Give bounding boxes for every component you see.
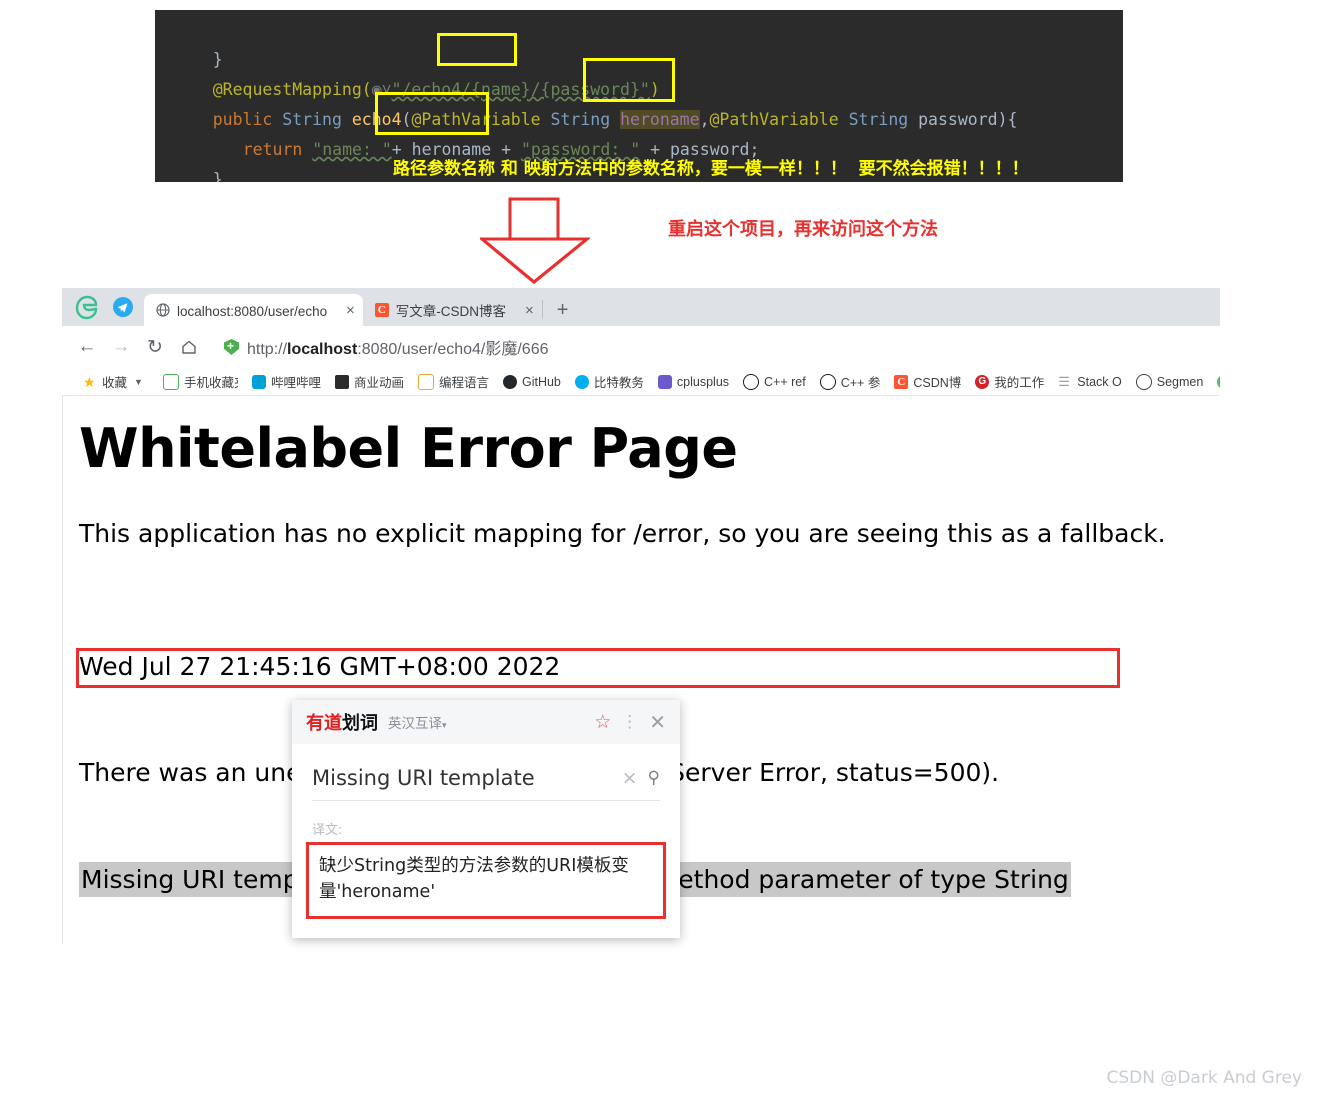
bookmark-label: 手机收藏夹 <box>183 376 238 390</box>
bookmark-label: Segmen <box>1156 374 1204 389</box>
bookmark-label: CSDN博 <box>913 376 962 390</box>
clear-icon[interactable]: × <box>612 767 648 789</box>
tab-strip: localhost:8080/user/echo4/影 × C 写文章-CSDN… <box>62 288 1220 326</box>
bookmark-label: 商业动画 <box>353 376 404 390</box>
bookmark-segmentfault[interactable]: Segmen <box>1129 373 1211 390</box>
url-text: http://localhost:8080/user/echo4/影魔/666 <box>247 335 549 359</box>
youdao-logo-black: 划词 <box>342 713 378 734</box>
globe-icon <box>156 303 170 317</box>
bookmark-mywork[interactable]: G 我的工作 <box>968 372 1051 391</box>
book-icon <box>417 373 434 390</box>
bookmark-skype[interactable]: 比特教务 <box>568 372 651 391</box>
watermark: CSDN @Dark And Grey <box>1106 1068 1302 1088</box>
segmentfault-icon <box>1135 373 1152 390</box>
youdao-mode-label: 英汉互译 <box>388 716 442 732</box>
bookmark-label: 我的工作 <box>994 376 1045 390</box>
youdao-logo: 有道划词 <box>306 709 378 735</box>
browser-brand-icons <box>62 294 144 326</box>
cppref-icon <box>819 373 836 390</box>
url-host: localhost <box>287 341 358 358</box>
bookmark-phone[interactable]: 手机收藏夹 <box>156 372 245 391</box>
chevron-down-icon: ▾ <box>442 721 447 731</box>
tab-close-button[interactable]: × <box>346 302 355 319</box>
bookmark-markdown[interactable]: Mark <box>1210 374 1220 389</box>
bookmark-github[interactable]: GitHub <box>496 374 568 389</box>
url-scheme: http:// <box>247 341 288 358</box>
star-icon: ★ <box>83 373 96 390</box>
phone-icon <box>162 373 179 390</box>
bookmark-csdn[interactable]: C CSDN博 <box>887 372 968 391</box>
page-title: Whitelabel Error Page <box>79 417 738 480</box>
pin-icon[interactable]: ☆ <box>594 711 611 733</box>
bookmark-label: C++ 参 <box>840 376 881 390</box>
tab-title: 写文章-CSDN博客 <box>395 304 507 319</box>
address-bar[interactable]: http://localhost:8080/user/echo4/影魔/666 <box>214 332 1212 362</box>
bookmark-label: 编程语言 <box>438 376 489 390</box>
highlight-box-name-param <box>437 33 517 66</box>
code-chinese-note: 路径参数名称 和 映射方法中的参数名称，要一模一样！！！ 要不然会报错！！！！ <box>393 159 1029 179</box>
browser-toolbar: ← → ↻ http://localhost:8080/user/echo4/影… <box>62 326 1220 368</box>
youdao-translate-popup: 有道划词 英汉互译▾ ☆ ⋮ ✕ Missing URI template × … <box>292 700 680 938</box>
shield-plus-icon <box>224 339 239 355</box>
bookmark-label: C++ ref <box>764 374 806 389</box>
tab-title: localhost:8080/user/echo4/影 <box>177 304 327 319</box>
browser-tab-active[interactable]: localhost:8080/user/echo4/影 × <box>144 294 363 326</box>
highlight-box-error-message <box>76 648 1120 688</box>
csdn-icon: C <box>374 303 389 317</box>
bookmark-video[interactable]: 商业动画 <box>328 372 411 391</box>
restart-project-note: 重启这个项目，再来访问这个方法 <box>668 219 938 240</box>
bookmark-cppref-2[interactable]: C++ 参 <box>813 372 888 391</box>
skype-icon <box>574 374 589 389</box>
red-down-arrow-icon <box>480 197 590 284</box>
youdao-logo-red: 有道 <box>306 713 342 734</box>
cppref-icon <box>743 373 760 390</box>
browser-tab-inactive[interactable]: C 写文章-CSDN博客 × <box>362 294 542 326</box>
youdao-translation-text: 缺少String类型的方法参数的URI模板变量'heroname' <box>306 842 666 919</box>
highlight-box-heroname-signature <box>583 58 675 102</box>
home-icon <box>182 340 196 354</box>
code-line-close: } <box>212 170 223 182</box>
github-icon <box>502 374 517 389</box>
bookmarks-bar: ★ 收藏 ▼ 手机收藏夹 哔哩哔哩 商业动画 编程语言 GitHub 比特教务 <box>62 368 1220 396</box>
chevron-down-icon[interactable]: ▼ <box>132 377 149 387</box>
g-icon: G <box>975 374 990 389</box>
bookmark-favorites[interactable]: ★ 收藏 ▼ <box>76 372 156 391</box>
bookmark-label: cplusplus <box>676 374 730 389</box>
bookmark-programming[interactable]: 编程语言 <box>411 372 496 391</box>
url-path: :8080/user/echo4/影魔/666 <box>357 341 549 358</box>
markdown-icon <box>1217 374 1220 389</box>
bookmark-label: GitHub <box>521 374 561 389</box>
youdao-mode-selector[interactable]: 英汉互译▾ <box>388 712 447 732</box>
video-icon <box>334 374 349 389</box>
bilibili-icon <box>251 374 266 389</box>
new-tab-button[interactable]: + <box>543 299 581 326</box>
edge-icon <box>75 295 98 320</box>
forward-button[interactable]: → <box>104 330 138 364</box>
bookmark-stackoverflow[interactable]: ☰ Stack O <box>1051 373 1128 389</box>
telegram-icon <box>113 297 133 317</box>
error-subtitle: This application has no explicit mapping… <box>79 519 1166 549</box>
cplusplus-icon <box>657 374 672 389</box>
youdao-query-row: Missing URI template × ⚲ <box>312 766 660 801</box>
tab-close-button[interactable]: × <box>525 302 534 319</box>
bookmark-bilibili[interactable]: 哔哩哔哩 <box>245 372 328 391</box>
highlight-box-heroname-return <box>375 92 489 135</box>
youdao-translation-label: 译文: <box>312 823 343 838</box>
home-button[interactable] <box>172 330 206 364</box>
youdao-query-text[interactable]: Missing URI template <box>312 766 612 790</box>
bookmark-cplusplus[interactable]: cplusplus <box>651 374 736 389</box>
bookmark-label: 比特教务 <box>593 376 644 390</box>
close-icon[interactable]: ✕ <box>649 710 666 734</box>
back-button[interactable]: ← <box>70 330 104 364</box>
csdn-icon: C <box>894 374 909 389</box>
search-icon[interactable]: ⚲ <box>648 768 660 788</box>
bookmark-cppref-1[interactable]: C++ ref <box>736 373 813 390</box>
bookmark-label: Stack O <box>1077 374 1122 389</box>
bookmark-label: 哔哩哔哩 <box>270 376 321 390</box>
stackoverflow-icon: ☰ <box>1058 373 1070 389</box>
more-vertical-icon[interactable]: ⋮ <box>621 712 639 732</box>
bookmark-label: 收藏 <box>102 376 128 390</box>
youdao-popup-header: 有道划词 英汉互译▾ ☆ ⋮ ✕ <box>292 700 680 744</box>
reload-button[interactable]: ↻ <box>138 330 172 364</box>
